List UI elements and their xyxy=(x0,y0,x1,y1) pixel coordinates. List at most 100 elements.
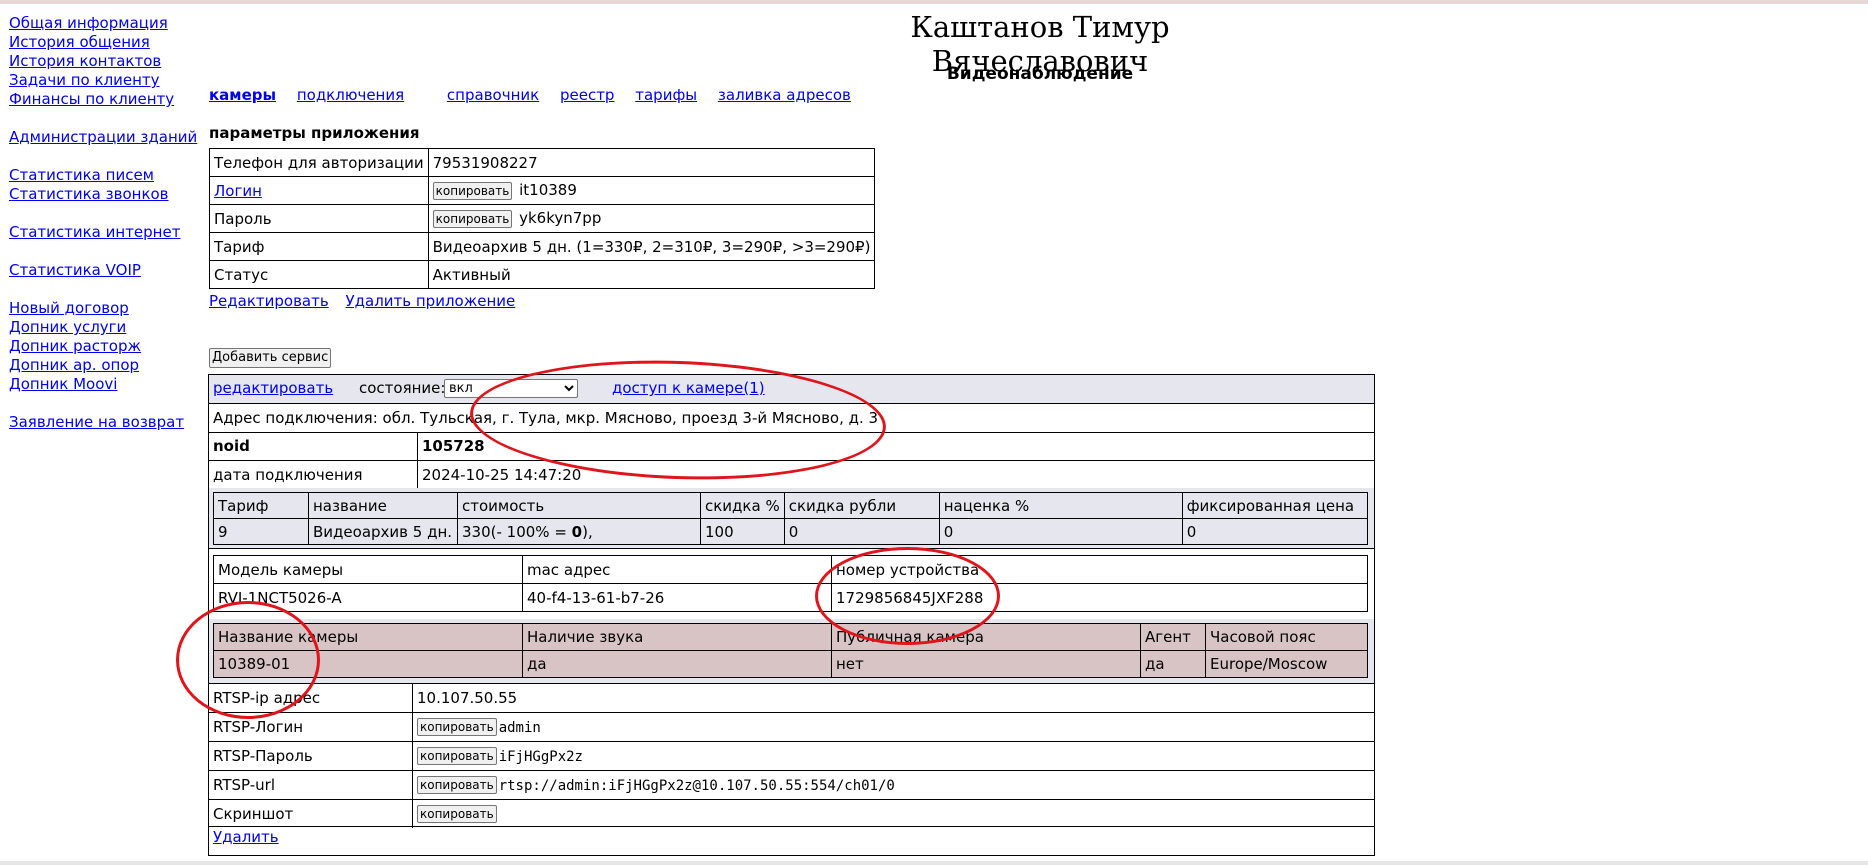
param-row-phone: Телефон для авторизации 79531908227 xyxy=(209,148,876,177)
noid-label: noid xyxy=(213,437,250,455)
camera-timezone: Europe/Moscow xyxy=(1205,650,1368,678)
copy-screenshot-button[interactable]: копировать xyxy=(417,805,497,824)
delete-service-link[interactable]: Удалить xyxy=(213,828,279,846)
camera-device-row: RVI-1NCT5026-A 40-f4-13-61-b7-26 1729856… xyxy=(213,583,1368,612)
copy-rtsp-url-button[interactable]: копировать xyxy=(417,776,497,795)
top-border xyxy=(0,0,1868,4)
sidebar-link-general-info[interactable]: Общая информация xyxy=(9,14,209,33)
col-header: фиксированная цена xyxy=(1181,492,1369,519)
col-header: mac адрес xyxy=(522,555,832,584)
camera-agent: да xyxy=(1140,650,1206,678)
sidebar-link-call-stats[interactable]: Статистика звонков xyxy=(9,185,209,204)
edit-app-link[interactable]: Редактировать xyxy=(209,292,329,310)
copy-rtsp-password-button[interactable]: копировать xyxy=(417,747,497,766)
param-row-status: Статус Активный xyxy=(209,260,876,289)
rtsp-login-value: admin xyxy=(498,719,541,736)
tab-address-upload[interactable]: заливка адресов xyxy=(718,86,851,104)
col-header: название xyxy=(308,492,458,519)
rtsp-row-login: RTSP-Логин копировать admin xyxy=(209,712,1374,742)
rtsp-row-screenshot: Скриншот копировать xyxy=(209,799,1374,828)
camera-info-section: Название камеры Наличие звука Публичная … xyxy=(209,619,1374,683)
sidebar-link-building-admin[interactable]: Администрации зданий xyxy=(9,128,209,147)
col-header: Наличие звука xyxy=(522,623,832,651)
camera-mac: 40-f4-13-61-b7-26 xyxy=(522,583,832,612)
sidebar-link-moovi-addendum[interactable]: Допник Moovi xyxy=(9,375,209,394)
tab-tariffs[interactable]: тарифы xyxy=(635,86,697,104)
tariff-table: Тариф название стоимость скидка % скидка… xyxy=(213,492,1369,545)
rtsp-row-password: RTSP-Пароль копировать iFjHGgPx2z xyxy=(209,741,1374,771)
rtsp-url-value: rtsp://admin:iFjHGgPx2z@10.107.50.55:554… xyxy=(498,777,895,794)
sidebar-link-termination-addendum[interactable]: Допник расторж xyxy=(9,337,209,356)
param-label: Пароль xyxy=(209,204,429,233)
tab-cameras[interactable]: камеры xyxy=(209,86,276,104)
param-value-tariff: Видеоархив 5 дн. (1=330₽, 2=310₽, 3=290₽… xyxy=(427,232,876,261)
annotation-circle-device-number xyxy=(815,547,1000,645)
param-label: Тариф xyxy=(209,232,429,261)
sidebar-link-new-contract[interactable]: Новый договор xyxy=(9,299,209,318)
col-header: Модель камеры xyxy=(213,555,523,584)
sidebar-link-pole-rent-addendum[interactable]: Допник ар. опор xyxy=(9,356,209,375)
copy-login-button[interactable]: копировать xyxy=(432,181,513,200)
col-header: Тариф xyxy=(213,492,309,519)
sidebar-link-client-tasks[interactable]: Задачи по клиенту xyxy=(9,71,209,90)
bottom-border xyxy=(0,861,1868,865)
sidebar-link-communication-history[interactable]: История общения xyxy=(9,33,209,52)
camera-info-row: 10389-01 да нет да Europe/Moscow xyxy=(213,650,1368,678)
col-header: скидка рубли xyxy=(783,492,940,519)
col-header: наценка % xyxy=(938,492,1183,519)
copy-password-button[interactable]: копировать xyxy=(432,209,513,228)
rtsp-row-ip: RTSP-ip адрес 10.107.50.55 xyxy=(209,683,1374,713)
rtsp-row-url: RTSP-url копировать rtsp://admin:iFjHGgPx… xyxy=(209,770,1374,800)
page-subtitle: Видеонаблюдение xyxy=(946,64,1134,84)
sidebar-link-refund-request[interactable]: Заявление на возврат xyxy=(9,413,209,432)
col-header: скидка % xyxy=(700,492,785,519)
app-params-table: Телефон для авторизации 79531908227 Логи… xyxy=(209,148,876,289)
sidebar-link-contacts-history[interactable]: История контактов xyxy=(9,52,209,71)
sidebar-link-internet-stats[interactable]: Статистика интернет xyxy=(9,223,209,242)
sidebar-link-service-addendum[interactable]: Допник услуги xyxy=(9,318,209,337)
tab-registry[interactable]: реестр xyxy=(560,86,615,104)
tariff-section: Тариф название стоимость скидка % скидка… xyxy=(209,488,1374,548)
app-actions: Редактировать Удалить приложение xyxy=(209,292,527,310)
camera-public: нет xyxy=(831,650,1141,678)
param-label: Телефон для авторизации xyxy=(209,148,429,177)
delete-app-link[interactable]: Удалить приложение xyxy=(345,292,515,310)
col-header: Часовой пояс xyxy=(1205,623,1368,651)
camera-device-header: Модель камеры mac адрес номер устройства xyxy=(213,555,1368,584)
connection-date-value: 2024-10-25 14:47:20 xyxy=(422,466,582,484)
section-tabs: камеры подключения справочник реестр тар… xyxy=(209,86,867,104)
camera-device-table: Модель камеры mac адрес номер устройства… xyxy=(213,555,1368,612)
state-label: состояние: xyxy=(359,379,446,397)
tab-directory[interactable]: справочник xyxy=(447,86,539,104)
tariff-row: 9 Видеоархив 5 дн. 330(- 100% = 0), 100 … xyxy=(213,518,1369,545)
login-link[interactable]: Логин xyxy=(214,182,262,200)
rtsp-table: RTSP-ip адрес 10.107.50.55 RTSP-Логин ко… xyxy=(209,683,1374,828)
tariff-header-row: Тариф название стоимость скидка % скидка… xyxy=(213,492,1369,519)
tab-connections[interactable]: подключения xyxy=(297,86,404,104)
param-label: Статус xyxy=(209,260,429,289)
edit-service-link[interactable]: редактировать xyxy=(213,379,333,397)
col-header: Агент xyxy=(1140,623,1206,651)
col-header: стоимость xyxy=(457,492,701,519)
sidebar-link-mail-stats[interactable]: Статистика писем xyxy=(9,166,209,185)
param-value-status: Активный xyxy=(427,260,876,289)
param-row-tariff: Тариф Видеоархив 5 дн. (1=330₽, 2=310₽, … xyxy=(209,232,876,261)
camera-info-header: Название камеры Наличие звука Публичная … xyxy=(213,623,1368,651)
camera-info-table: Название камеры Наличие звука Публичная … xyxy=(213,623,1368,678)
sidebar-nav: Общая информация История общения История… xyxy=(9,14,209,432)
param-row-password: Пароль копировать yk6kyn7pp xyxy=(209,204,876,233)
param-value-login: it10389 xyxy=(519,181,577,200)
annotation-circle-camera-name xyxy=(176,601,320,719)
add-service-button[interactable]: Добавить сервис xyxy=(209,348,332,368)
param-value-password: yk6kyn7pp xyxy=(519,209,602,228)
sidebar-link-voip-stats[interactable]: Статистика VOIP xyxy=(9,261,209,280)
connection-date-label: дата подключения xyxy=(213,466,363,484)
sidebar-link-client-finance[interactable]: Финансы по клиенту xyxy=(9,90,209,109)
param-value-phone: 79531908227 xyxy=(427,148,876,177)
camera-sound: да xyxy=(522,650,832,678)
rtsp-password-value: iFjHGgPx2z xyxy=(498,748,583,765)
app-params-caption: параметры приложения xyxy=(209,124,420,142)
copy-rtsp-login-button[interactable]: копировать xyxy=(417,718,497,737)
noid-value: 105728 xyxy=(422,437,485,455)
param-row-login: Логин копировать it10389 xyxy=(209,176,876,205)
